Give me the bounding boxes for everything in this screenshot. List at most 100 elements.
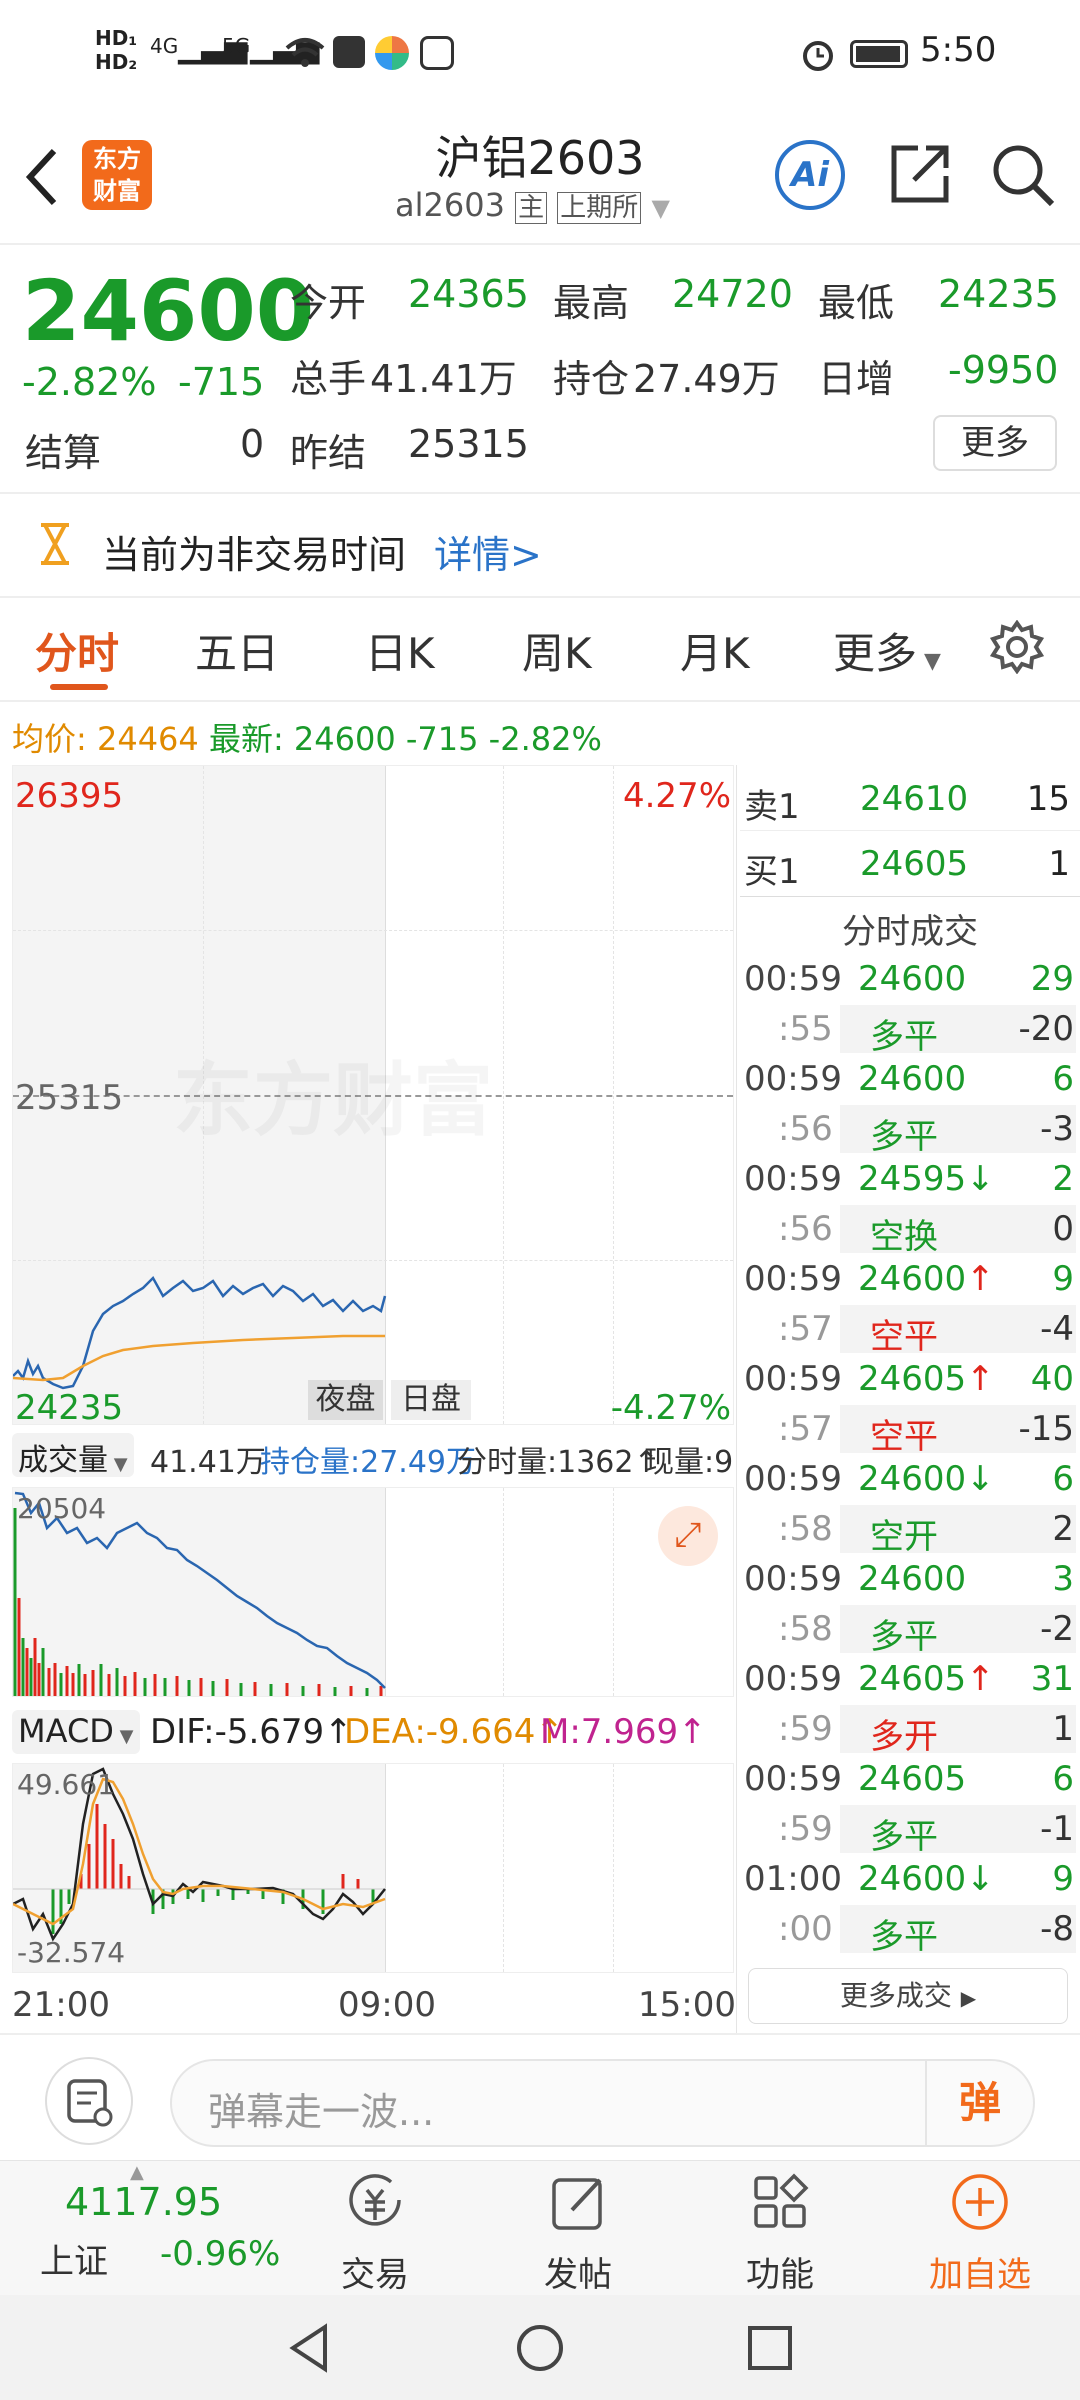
volume-selector[interactable]: 成交量 ▼ [12, 1433, 134, 1478]
settings-gear-icon[interactable] [990, 620, 1044, 674]
trade-price: 24605↑ [858, 1359, 995, 1399]
trade-qty: 40 [1030, 1359, 1074, 1399]
functions-grid-icon [754, 2173, 809, 2228]
tab-monthly-k[interactable]: 月K [680, 620, 750, 681]
latest-change-percent: -2.82% [488, 720, 602, 758]
trade-oi-change: 1 [1052, 1709, 1074, 1749]
nav-add-watchlist[interactable]: 加自选 [900, 2170, 1060, 2296]
share-icon[interactable] [888, 142, 952, 206]
nav-post[interactable]: 发帖 [498, 2170, 658, 2296]
trade-price: 24600 [858, 1559, 967, 1599]
search-icon[interactable] [990, 142, 1056, 208]
trade-detail-row: :59 多开 1 [740, 1705, 1080, 1757]
nav-functions[interactable]: 功能 [700, 2170, 860, 2296]
trade-detail-row: :55 多平 -20 [740, 1005, 1080, 1057]
index-value[interactable]: 4117.95 [65, 2180, 222, 2224]
header: 东方财富 沪铝2603 al2603 主 上期所 ▼ Ai [0, 110, 1080, 245]
last-price: 24600 [22, 262, 315, 360]
notice-detail-link[interactable]: 详情> [434, 524, 542, 579]
trade-second: :55 [778, 1009, 833, 1049]
trade-row: 00:59 24605↑ 40 [740, 1355, 1080, 1405]
comment-input[interactable]: 弹幕走一波... 弹 [170, 2059, 1035, 2147]
trades-title: 分时成交 [842, 912, 978, 952]
more-quote-button[interactable]: 更多 [933, 415, 1057, 471]
arrow-up-icon: ↑ [966, 1259, 995, 1299]
ask-price: 24610 [860, 779, 969, 819]
ask-qty: 15 [1026, 779, 1070, 819]
exchange-badge: 上期所 [557, 192, 642, 224]
arrow-down-icon: ↓ [966, 1459, 995, 1499]
trade-qty: 29 [1030, 959, 1074, 999]
tab-daily-k[interactable]: 日K [365, 620, 435, 681]
contract-info[interactable]: al2603 主 上期所 ▼ [395, 186, 670, 226]
more-trades-button[interactable]: 更多成交 ▶ [748, 1968, 1068, 2024]
trade-second: :58 [778, 1509, 833, 1549]
intraday-price-chart[interactable]: 东方财富 26395 4.27% 25315 24235 -4.27% 夜盘 日… [12, 765, 734, 1428]
chart-max-price: 26395 [15, 776, 124, 816]
trade-oi-change: -2 [1040, 1609, 1074, 1649]
bid-price: 24605 [860, 844, 969, 884]
caret-icon: ▼ [108, 1454, 128, 1475]
home-circle-icon[interactable] [515, 2323, 565, 2373]
danmaku-send-button[interactable]: 弹 [925, 2061, 1033, 2145]
trade-row: 00:59 24600↑ 9 [740, 1255, 1080, 1305]
index-change[interactable]: -0.96% [160, 2234, 280, 2274]
expand-icon[interactable]: ⤢ [658, 1506, 718, 1566]
trade-qty: 9 [1052, 1859, 1074, 1899]
signal-5g-label: 5G [222, 34, 251, 58]
contract-code: al2603 [395, 186, 505, 224]
trade-row: 00:59 24600 6 [740, 1055, 1080, 1105]
trade-detail-row: :56 空换 0 [740, 1205, 1080, 1257]
prev-settle-value: 25315 [408, 422, 529, 466]
column-divider [736, 765, 737, 2035]
back-triangle-icon[interactable] [285, 2323, 335, 2373]
volume-tick: 分时量:1362↑ [457, 1445, 659, 1480]
danmaku-send-label: 弹 [958, 2078, 1001, 2127]
index-name[interactable]: 上证 [40, 2234, 108, 2283]
tab-indicator [50, 684, 108, 690]
trade-row: 00:59 24605↑ 31 [740, 1655, 1080, 1705]
trade-detail-row: :57 空平 -15 [740, 1405, 1080, 1457]
trade-qty: 6 [1052, 1059, 1074, 1099]
trade-detail-row: :57 空平 -4 [740, 1305, 1080, 1357]
ai-assistant-button[interactable]: Ai [775, 140, 845, 210]
trade-detail-row: :00 多平 -8 [740, 1905, 1080, 1957]
back-icon[interactable] [22, 147, 62, 207]
trade-oi-change: -15 [1018, 1409, 1074, 1449]
trade-qty: 9 [1052, 1259, 1074, 1299]
change-value: -715 [178, 360, 265, 404]
trade-second: :57 [778, 1309, 833, 1349]
tab-more[interactable]: 更多 ▼ [833, 620, 941, 681]
tab-intraday[interactable]: 分时 [35, 620, 119, 681]
trade-second: :57 [778, 1409, 833, 1449]
latest-price-label: 最新: [208, 720, 284, 758]
add-circle-icon [952, 2174, 1008, 2230]
open-value: 24365 [408, 272, 529, 316]
prev-settle-label: 昨结 [290, 431, 367, 475]
x-tick-mid: 09:00 [338, 1985, 436, 2025]
trade-time: 00:59 [744, 1359, 842, 1399]
x-tick-start: 21:00 [12, 1985, 110, 2025]
recents-square-icon[interactable] [745, 2323, 795, 2373]
tab-five-day[interactable]: 五日 [195, 620, 279, 681]
tab-weekly-k[interactable]: 周K [522, 620, 592, 681]
volume-indicator-bar: 成交量 ▼ 41.41万 持仓量:27.49万 分时量:1362↑ 现量:9 [12, 1433, 734, 1481]
trade-time: 00:59 [744, 1159, 842, 1199]
tab-more-label: 更多 [833, 629, 918, 678]
comment-settings-icon[interactable] [45, 2057, 133, 2145]
trade-oi-change: -4 [1040, 1309, 1074, 1349]
macd-selector[interactable]: MACD ▼ [12, 1710, 140, 1754]
trade-second: :59 [778, 1709, 833, 1749]
trade-second: :56 [778, 1109, 833, 1149]
nav-trade[interactable]: 交易 [295, 2170, 455, 2296]
arrow-up-icon: ↑ [966, 1659, 995, 1699]
chart-min-price: 24235 [15, 1388, 124, 1428]
avg-price-label: 均价: [12, 720, 87, 758]
notice-text: 当前为非交易时间 [102, 533, 407, 577]
trade-oi-change: -3 [1040, 1109, 1074, 1149]
latest-change-value: -715 [405, 720, 479, 758]
open-label: 今开 [290, 281, 367, 325]
macd-selector-label: MACD [18, 1712, 114, 1750]
chart-max-percent: 4.27% [622, 776, 731, 816]
volume-bars [13, 1508, 383, 1696]
